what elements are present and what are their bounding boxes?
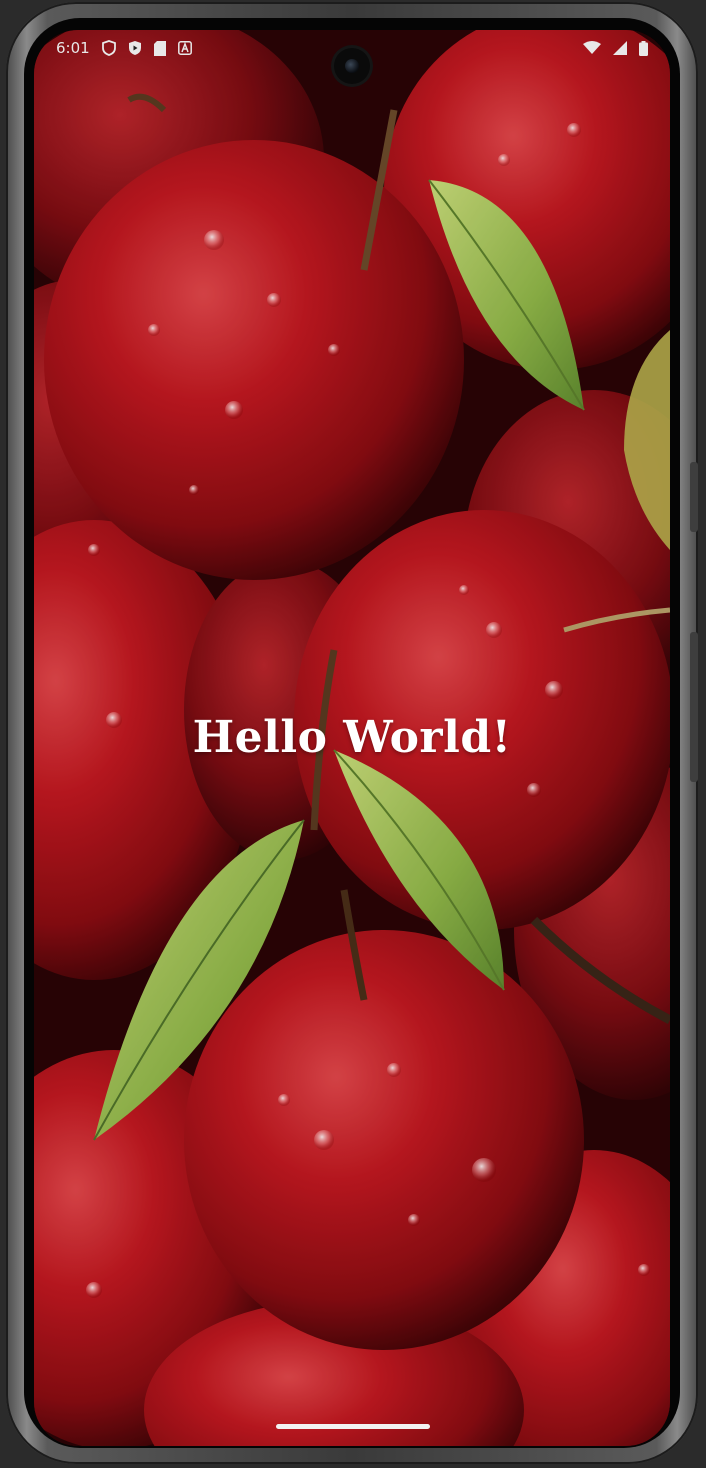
app-screen: 6:01 Hello World! <box>34 30 670 1446</box>
play-protect-icon <box>128 40 142 56</box>
wifi-icon <box>583 41 601 55</box>
front-camera <box>334 48 370 84</box>
greeting-text: Hello World! <box>192 712 512 763</box>
home-indicator[interactable] <box>276 1424 430 1429</box>
status-time: 6:01 <box>56 39 90 57</box>
shield-icon <box>101 40 116 56</box>
sd-card-icon <box>153 40 166 56</box>
power-button <box>690 462 698 532</box>
battery-icon <box>639 40 648 56</box>
volume-button <box>690 632 698 782</box>
cellular-signal-icon <box>613 41 627 55</box>
a-badge-icon <box>177 41 192 55</box>
